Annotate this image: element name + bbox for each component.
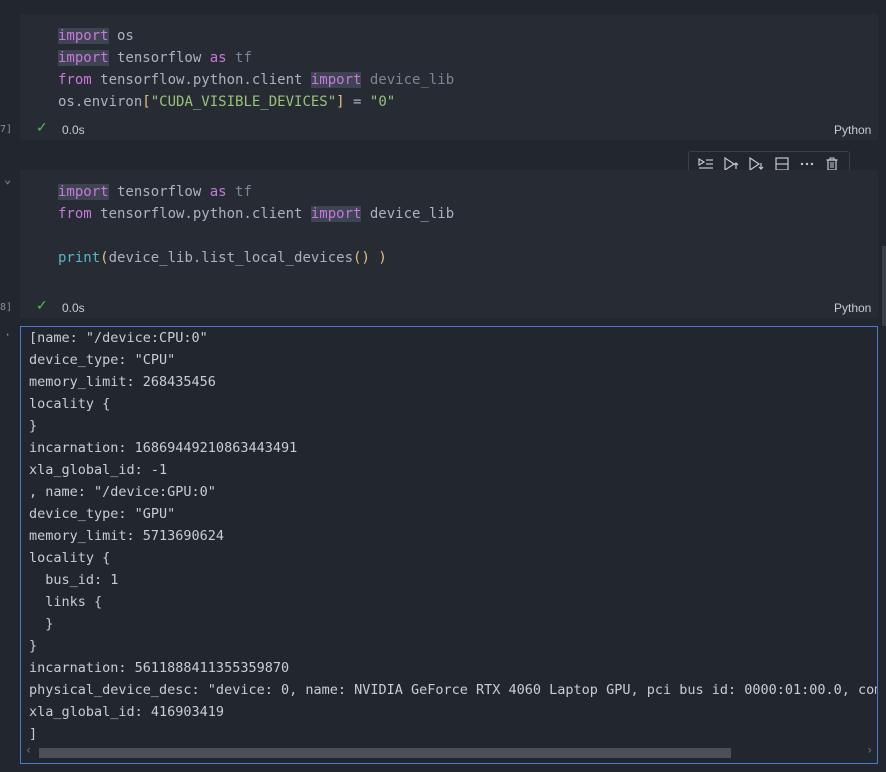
output-line: }	[29, 616, 54, 632]
code-line[interactable]: import tensorflow as tf	[58, 47, 252, 69]
code-token: from	[58, 206, 92, 222]
code-token: from	[58, 72, 92, 88]
code-token: import	[58, 184, 109, 200]
code-line[interactable]: os.environ["CUDA_VISIBLE_DEVICES"] = "0"	[58, 91, 395, 113]
code-token: tf	[226, 50, 252, 66]
code-token: "CUDA_VISIBLE_DEVICES"	[150, 94, 337, 110]
scroll-right-arrow[interactable]: ›	[866, 743, 873, 757]
output-gutter-dots[interactable]: ·	[4, 328, 11, 342]
cell-output[interactable]: [name: "/device:CPU:0" device_type: "CPU"…	[20, 326, 878, 764]
success-check-icon: ✓	[36, 120, 48, 136]
output-line: incarnation: 5611888411355359870	[29, 660, 290, 676]
output-line: }	[29, 418, 38, 434]
code-token: "0"	[369, 94, 396, 110]
code-token: device_lib	[361, 206, 455, 222]
code-token: tensorflow.python.client	[91, 206, 311, 222]
output-line: device_type: "GPU"	[29, 506, 176, 522]
code-token: =	[344, 94, 370, 110]
cell-2-execution-count: 8]	[0, 302, 13, 313]
code-token: tensorflow	[108, 50, 210, 66]
cell-1-execution-time: 0.0s	[62, 123, 85, 137]
output-line: memory_limit: 268435456	[29, 374, 216, 390]
output-line: xla_global_id: -1	[29, 462, 168, 478]
output-line: [name: "/device:CPU:0"	[29, 330, 208, 346]
code-token: (	[100, 250, 109, 266]
code-token: )	[378, 250, 387, 266]
output-line: device_type: "CPU"	[29, 352, 176, 368]
code-token: [	[142, 94, 151, 110]
output-line: incarnation: 16869449210863443491	[29, 440, 298, 456]
code-line[interactable]: from tensorflow.python.client import dev…	[58, 203, 454, 225]
output-line: bus_id: 1	[29, 572, 119, 588]
code-token: device_lib	[361, 72, 455, 88]
code-line[interactable]: import os	[58, 25, 134, 47]
output-line: xla_global_id: 416903419	[29, 704, 225, 720]
code-line[interactable]: print(device_lib.list_local_devices() )	[58, 247, 387, 269]
code-line[interactable]: import tensorflow as tf	[58, 181, 252, 203]
output-line: , name: "/device:GPU:0"	[29, 484, 216, 500]
success-check-icon: ✓	[36, 298, 48, 314]
code-token: ]	[336, 94, 345, 110]
collapse-chevron-icon[interactable]: ⌄	[4, 172, 11, 186]
code-token: tensorflow.python.client	[91, 72, 311, 88]
horizontal-scrollbar[interactable]	[39, 748, 867, 758]
code-token: import	[58, 28, 109, 44]
scrollbar-thumb[interactable]	[39, 748, 731, 758]
output-line: }	[29, 638, 38, 654]
code-token: os.environ	[58, 94, 143, 110]
output-line: links {	[29, 594, 103, 610]
code-line[interactable]: from tensorflow.python.client import dev…	[58, 69, 454, 91]
cell-2-execution-time: 0.0s	[62, 301, 85, 315]
output-line: ]	[29, 726, 38, 742]
code-token: os	[108, 28, 134, 44]
output-line: memory_limit: 5713690624	[29, 528, 225, 544]
code-token: as	[209, 184, 227, 200]
cell-1-execution-count: 7]	[0, 124, 13, 135]
output-line: physical_device_desc: "device: 0, name: …	[29, 682, 878, 698]
code-token: tensorflow	[108, 184, 210, 200]
code-token: import	[310, 206, 362, 222]
code-token: import	[310, 72, 362, 88]
cell-1-language[interactable]: Python	[834, 123, 871, 137]
code-token: ()	[353, 250, 370, 266]
code-token: import	[58, 50, 109, 66]
cell-2-language[interactable]: Python	[834, 301, 871, 315]
code-token: print	[58, 250, 101, 266]
output-line: locality {	[29, 550, 111, 566]
code-token: device_lib.list_local_devices	[108, 250, 354, 266]
code-token: as	[209, 50, 227, 66]
code-token: tf	[226, 184, 252, 200]
scroll-left-arrow[interactable]: ‹	[25, 743, 32, 757]
output-line: locality {	[29, 396, 111, 412]
vertical-scrollbar[interactable]	[882, 246, 886, 326]
